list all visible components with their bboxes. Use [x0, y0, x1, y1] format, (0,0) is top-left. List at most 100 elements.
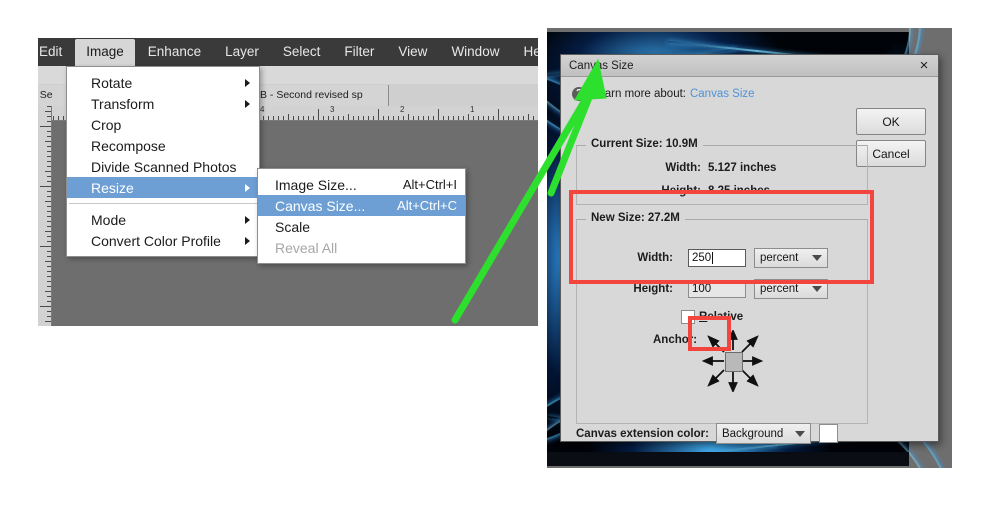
close-icon[interactable]: × [916, 57, 932, 73]
relative-label-rest: elative [707, 311, 744, 323]
new-height-unit-value: percent [760, 283, 799, 295]
ruler-label: 4 [260, 106, 265, 114]
canvas-extension-color-label: Canvas extension color: [576, 427, 709, 440]
dialog-title: Canvas Size [569, 59, 634, 72]
ruler-label: 3 [330, 106, 335, 114]
new-width-label: Width: [637, 252, 673, 264]
vertical-ruler[interactable] [38, 106, 52, 326]
menu-bar-item-edit[interactable]: Edit [38, 39, 73, 66]
ruler-label: 1 [470, 106, 475, 114]
menu-bar-item-window[interactable]: Window [440, 39, 510, 66]
resize-submenu: Image Size... Alt+Ctrl+I Canvas Size... … [257, 168, 466, 264]
new-height-label: Height: [633, 283, 673, 295]
dialog-body: ? Learn more about: Canvas Size OK Cance… [561, 77, 938, 444]
canvas-size-dialog: Canvas Size × ? Learn more about: Canvas… [560, 54, 939, 444]
menu-item-transform-label: Transform [91, 95, 155, 112]
ok-button[interactable]: OK [856, 108, 926, 135]
menu-item-recompose-label: Recompose [91, 137, 166, 154]
menu-item-resize-label: Resize [91, 179, 134, 196]
menu-item-crop[interactable]: Crop [67, 114, 259, 135]
menu-item-rotate[interactable]: Rotate [67, 72, 259, 93]
menu-bar-item-help[interactable]: Help [512, 39, 538, 66]
image-menu-dropdown: Rotate Transform Crop Recompose Divide S… [66, 66, 260, 257]
current-size-legend: Current Size: 10.9M [586, 138, 703, 150]
anchor-label: Anchor: [653, 334, 698, 346]
text-caret [712, 252, 714, 264]
submenu-item-image-size-accel: Alt+Ctrl+I [402, 177, 457, 192]
new-height-input[interactable]: 100 [688, 280, 746, 298]
chevron-right-icon [245, 215, 250, 224]
new-height-unit-select[interactable]: percent [754, 279, 828, 299]
menu-bar-item-layer[interactable]: Layer [214, 39, 270, 66]
menu-bar-item-enhance[interactable]: Enhance [137, 39, 212, 66]
menu-item-rotate-label: Rotate [91, 74, 133, 91]
learn-more-link[interactable]: Canvas Size [690, 88, 755, 100]
chevron-right-icon [245, 236, 250, 245]
current-width-label: Width: [665, 162, 701, 174]
new-width-unit-value: percent [760, 252, 799, 264]
submenu-item-canvas-size-accel: Alt+Ctrl+C [397, 198, 457, 213]
menu-item-recompose[interactable]: Recompose [67, 135, 259, 156]
submenu-item-image-size[interactable]: Image Size... Alt+Ctrl+I [258, 174, 465, 195]
submenu-item-scale-label: Scale [275, 218, 311, 235]
anchor-widget[interactable] [699, 330, 767, 392]
document-tab-b[interactable]: B - Second revised sp [252, 84, 389, 106]
relative-row[interactable]: Relative [681, 310, 743, 324]
new-width-input-value: 250 [692, 252, 712, 264]
current-width-value: 5.127 inches [708, 162, 777, 174]
canvas-extension-color-value: Background [721, 427, 784, 440]
canvas-extension-color-row: Canvas extension color: Background [576, 423, 838, 444]
current-height-label: Height: [661, 185, 701, 197]
anchor-center-cell[interactable] [725, 352, 743, 372]
submenu-item-image-size-label: Image Size... [275, 176, 357, 193]
current-height-value: 8.25 inches [708, 185, 771, 197]
chevron-down-icon [794, 430, 805, 437]
current-width-row: Width: 5.127 inches [653, 162, 776, 174]
menu-item-divide-scanned-photos-label: Divide Scanned Photos [91, 158, 237, 175]
menu-item-convert-color-profile[interactable]: Convert Color Profile [67, 230, 259, 251]
new-size-legend: New Size: 27.2M [586, 212, 685, 224]
menu-item-crop-label: Crop [91, 116, 122, 133]
relative-checkbox[interactable] [681, 310, 695, 324]
new-width-row: Width: 250 percent [625, 248, 828, 268]
new-width-input[interactable]: 250 [688, 249, 746, 267]
learn-more-label: Learn more about: [592, 88, 686, 100]
canvas-extension-color-swatch[interactable] [818, 424, 838, 443]
menu-bar-item-image[interactable]: Image [75, 38, 135, 66]
chevron-right-icon [245, 99, 250, 108]
dialog-title-bar[interactable]: Canvas Size × [561, 55, 938, 77]
submenu-item-reveal-all: Reveal All [258, 237, 465, 258]
document-tab-a-label: A - Se [38, 89, 53, 101]
menu-separator [69, 203, 257, 204]
menu-item-resize[interactable]: Resize [67, 177, 259, 198]
menu-item-convert-color-profile-label: Convert Color Profile [91, 232, 221, 249]
document-tab-b-label: B - Second revised sp [260, 89, 363, 101]
current-height-row: Height: 8.25 inches [653, 185, 770, 197]
menu-bar-item-select[interactable]: Select [272, 39, 332, 66]
chevron-right-icon [245, 183, 250, 192]
chevron-down-icon [812, 286, 822, 292]
ruler-label: 2 [400, 106, 405, 114]
submenu-item-reveal-all-label: Reveal All [275, 239, 338, 256]
menu-bar-item-filter[interactable]: Filter [333, 39, 385, 66]
new-height-row: Height: 100 percent [625, 279, 828, 299]
relative-label: Relative [699, 311, 744, 323]
new-size-group: New Size: 27.2M Width: 250 percent Heigh… [576, 212, 868, 424]
current-size-group: Current Size: 10.9M Width: 5.127 inches … [576, 138, 868, 205]
help-icon[interactable]: ? [572, 87, 586, 101]
submenu-item-canvas-size-label: Canvas Size... [275, 197, 366, 214]
submenu-item-scale[interactable]: Scale [258, 216, 465, 237]
submenu-item-canvas-size[interactable]: Canvas Size... Alt+Ctrl+C [258, 195, 465, 216]
chevron-down-icon [812, 255, 822, 261]
chevron-right-icon [245, 78, 250, 87]
menu-item-mode[interactable]: Mode [67, 209, 259, 230]
new-width-unit-select[interactable]: percent [754, 248, 828, 268]
learn-more-row: ? Learn more about: Canvas Size [572, 87, 755, 101]
menu-bar: Edit Image Enhance Layer Select Filter V… [38, 38, 538, 66]
menu-bar-item-view[interactable]: View [387, 39, 438, 66]
menu-item-mode-label: Mode [91, 211, 127, 228]
menu-item-transform[interactable]: Transform [67, 93, 259, 114]
menu-item-divide-scanned-photos[interactable]: Divide Scanned Photos [67, 156, 259, 177]
new-height-input-value: 100 [692, 283, 712, 295]
canvas-extension-color-select[interactable]: Background [715, 423, 811, 444]
